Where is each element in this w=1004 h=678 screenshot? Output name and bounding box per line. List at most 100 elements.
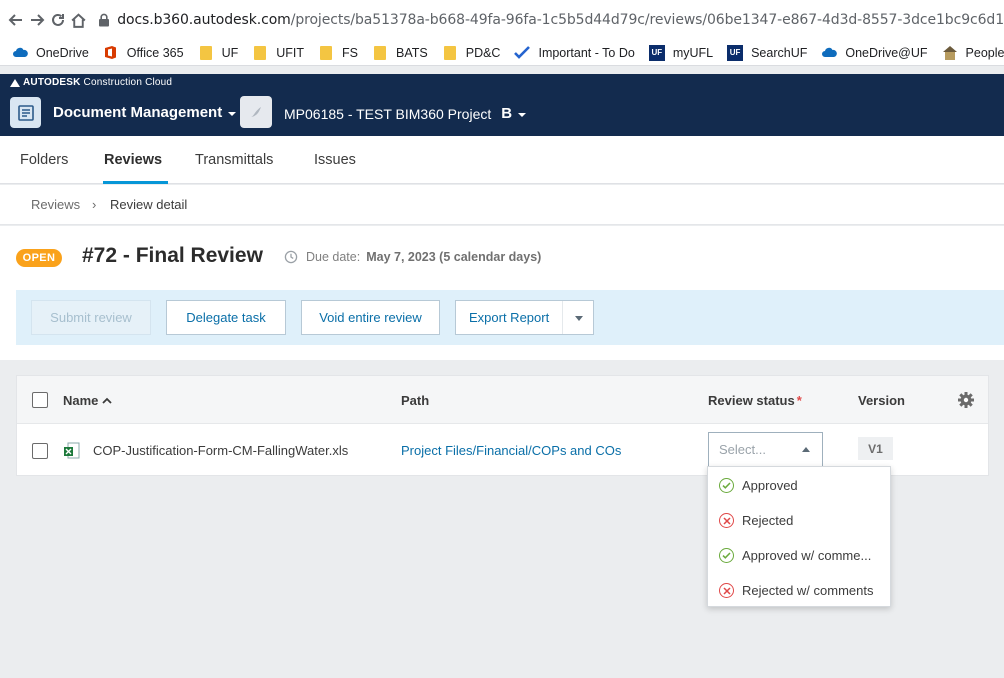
project-selector[interactable]: MP06185 - TEST BIM360 Project B (284, 105, 527, 122)
brand-main: AUTODESK (23, 77, 81, 88)
split-divider (562, 301, 563, 334)
status-option-rejected-with-comments[interactable]: Rejected w/ comments (708, 573, 890, 608)
onedrive-icon (821, 45, 838, 61)
forward-button[interactable] (27, 0, 48, 40)
status-option-approved[interactable]: Approved (708, 468, 890, 503)
app-header: AUTODESK Construction Cloud Document Man… (0, 74, 1004, 136)
tab-issues[interactable]: Issues (314, 136, 356, 183)
folder-icon (318, 45, 334, 61)
home-icon (71, 12, 86, 28)
tab-reviews[interactable]: Reviews (102, 136, 169, 184)
void-review-button[interactable]: Void entire review (301, 300, 440, 335)
bookmark-item[interactable]: PD&C (442, 45, 501, 61)
folder-icon (372, 45, 388, 61)
tab-transmittals[interactable]: Transmittals (195, 136, 273, 183)
column-review-status[interactable]: Review status * (708, 393, 802, 408)
gear-icon[interactable] (957, 391, 975, 414)
clock-icon (284, 250, 298, 264)
project-thumbnail[interactable] (240, 96, 272, 128)
module-name: Document Management (53, 104, 223, 121)
bookmark-label: myUFL (672, 45, 714, 60)
document-management-icon[interactable] (10, 97, 41, 128)
excel-file-icon (63, 442, 81, 465)
arrow-right-icon (31, 14, 45, 26)
bookmark-label: SearchUF (751, 45, 808, 60)
tab-folders[interactable]: Folders (20, 136, 68, 183)
bookmark-label: PD&C (465, 45, 501, 60)
check-circle-icon (719, 478, 734, 493)
bookmark-item[interactable]: OneDrive (12, 45, 89, 61)
bookmark-item[interactable]: OneDrive@UF (821, 45, 928, 61)
status-option-label: Approved w/ comme... (742, 548, 872, 563)
status-option-approved-with-comments[interactable]: Approved w/ comme... (708, 538, 890, 573)
bookmark-item[interactable]: FS (318, 45, 358, 61)
version-badge[interactable]: V1 (858, 437, 893, 460)
bookmark-label: Office 365 (126, 45, 184, 60)
bookmarks-bar: OneDrive Office 365 UF UFIT FS BATS PD&C Import… (0, 40, 1004, 66)
url-path: /projects/ba51378a-b668-49fa-96fa-1c5b5d… (290, 12, 1004, 28)
breadcrumb-current: Review detail (110, 197, 188, 212)
bookmark-item[interactable]: BATS (372, 45, 428, 61)
bookmark-item[interactable]: Office 365 (103, 45, 184, 61)
breadcrumb: Reviews › Review detail (0, 185, 1004, 225)
breadcrumb-reviews[interactable]: Reviews (31, 197, 80, 212)
column-version[interactable]: Version (858, 393, 905, 408)
bookmark-label: OneDrive (36, 45, 89, 60)
module-selector[interactable]: Document Management (53, 104, 237, 121)
uf-logo-icon: UF (727, 44, 744, 61)
autodesk-mark-icon (10, 78, 20, 87)
file-name[interactable]: COP-Justification-Form-CM-FallingWater.x… (93, 443, 348, 458)
bookmark-item[interactable]: UF SearchUF (727, 44, 808, 61)
delegate-task-button[interactable]: Delegate task (166, 300, 286, 335)
browser-address-bar: docs.b360.autodesk.com/projects/ba51378a… (0, 0, 1004, 40)
due-date-value: May 7, 2023 (5 calendar days) (366, 250, 542, 264)
status-option-label: Approved (742, 478, 798, 493)
status-option-label: Rejected (742, 513, 794, 528)
chevron-down-icon[interactable] (575, 316, 583, 321)
back-button[interactable] (6, 0, 27, 40)
home-button[interactable] (68, 0, 89, 40)
review-status-select[interactable]: Select... (708, 432, 823, 467)
autodesk-logo: AUTODESK Construction Cloud (10, 77, 172, 88)
reload-button[interactable] (47, 0, 68, 40)
bookmark-item[interactable]: People Fin (942, 45, 1004, 61)
column-name-label: Name (63, 393, 99, 408)
uf-logo-icon: UF (648, 44, 665, 61)
bookmark-label: FS (342, 45, 358, 60)
bookmark-item[interactable]: UFIT (252, 45, 304, 61)
status-badge: OPEN (16, 249, 62, 267)
bookmark-item[interactable]: UF myUFL (648, 44, 714, 61)
required-marker: * (796, 393, 802, 408)
bookmark-label: UF (221, 45, 239, 60)
lock-icon[interactable] (97, 13, 111, 27)
people-icon (942, 45, 958, 61)
column-path[interactable]: Path (401, 393, 429, 408)
due-date: Due date: May 7, 2023 (5 calendar days) (284, 250, 541, 264)
bookmark-label: OneDrive@UF (845, 45, 928, 60)
sort-ascending-icon (102, 397, 113, 404)
files-table: Name Path Review status * Version COP-Ju… (16, 375, 989, 476)
bookmark-label: Important - To Do (538, 45, 635, 60)
column-name[interactable]: Name (63, 393, 113, 408)
status-option-rejected[interactable]: Rejected (708, 503, 890, 538)
column-review-status-label: Review status (708, 393, 795, 408)
office-icon (103, 45, 119, 61)
x-circle-icon (719, 513, 734, 528)
folder-icon (442, 45, 458, 61)
file-path-link[interactable]: Project Files/Financial/COPs and COs (401, 443, 621, 458)
select-all-checkbox[interactable] (32, 392, 48, 408)
row-checkbox[interactable] (32, 443, 48, 459)
onedrive-icon (12, 45, 28, 61)
folder-icon (252, 45, 268, 61)
table-header: Name Path Review status * Version (17, 376, 988, 424)
url-input[interactable]: docs.b360.autodesk.com/projects/ba51378a… (117, 12, 1004, 28)
breadcrumb-separator: › (92, 197, 97, 212)
brand-sub: Construction Cloud (83, 77, 173, 88)
due-date-label: Due date: (306, 250, 361, 264)
url-host: docs.b360.autodesk.com (117, 12, 291, 28)
bookmark-item[interactable]: UF (198, 45, 239, 61)
bookmark-item[interactable]: Important - To Do (514, 45, 635, 61)
export-report-button[interactable]: Export Report (455, 300, 594, 335)
submit-review-button[interactable]: Submit review (31, 300, 151, 335)
bookmark-label: BATS (396, 45, 428, 60)
